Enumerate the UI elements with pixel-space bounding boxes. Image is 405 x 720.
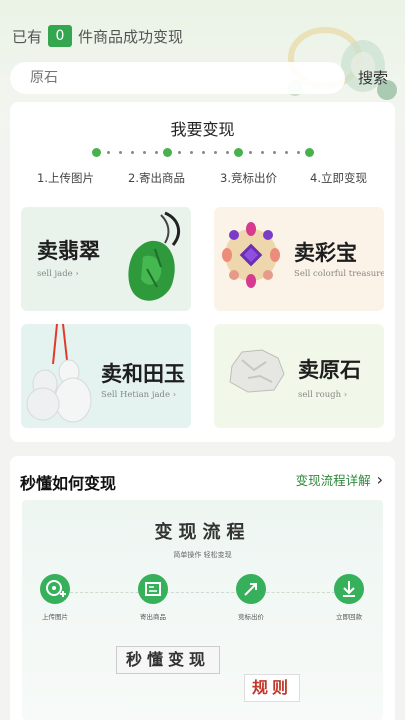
- instant-payout-icon: [334, 574, 364, 604]
- step-label-bid: 3.竞标出价: [220, 171, 277, 185]
- process-details-link[interactable]: 变现流程详解 ›: [296, 470, 383, 489]
- sell-rough-title: 卖原石: [298, 357, 361, 382]
- rules-heading-line2: 规则: [244, 674, 300, 702]
- flow-step-upload-label: 上传图片: [42, 613, 68, 621]
- chevron-right-icon: ›: [376, 470, 383, 489]
- flow-step-payout: 立即回款: [319, 574, 379, 621]
- ship-package-icon: [138, 574, 168, 604]
- flow-step-ship-label: 寄出商品: [140, 613, 166, 621]
- flow-subtitle: 简单操作 轻松变现: [173, 551, 232, 559]
- progress-dot: [261, 151, 264, 154]
- progress-dot-step3: [234, 148, 243, 157]
- colored-gem-brooch-icon: [222, 222, 280, 288]
- progress-dot: [119, 151, 122, 154]
- progress-dot-step2: [163, 148, 172, 157]
- sell-gems-title: 卖彩宝: [294, 240, 357, 265]
- sell-rough-stone-tile[interactable]: 卖原石 sell rough ›: [214, 324, 384, 428]
- progress-dot-step4: [305, 148, 314, 157]
- success-suffix: 件商品成功变现: [78, 27, 184, 46]
- success-count-banner: 已有 0 件商品成功变现: [12, 24, 183, 48]
- upload-image-icon: [40, 574, 70, 604]
- sell-jade-tile[interactable]: 卖翡翠 sell jade ›: [21, 207, 191, 311]
- jade-pendant-icon: [128, 211, 181, 301]
- progress-dot: [155, 151, 158, 154]
- hetian-gourd-icon: [26, 324, 92, 423]
- progress-dot: [249, 151, 252, 154]
- step-label-cashout: 4.立即变现: [310, 171, 367, 185]
- progress-dot: [178, 151, 181, 154]
- success-prefix: 已有: [12, 27, 43, 46]
- progress-dot: [143, 151, 146, 154]
- sell-hetian-subtitle: Sell Hetian jade ›: [101, 390, 177, 400]
- sell-gems-subtitle: Sell colorful treasures ›: [294, 269, 384, 279]
- progress-dot: [202, 151, 205, 154]
- howto-card: 秒懂如何变现 变现流程详解 › 变现流程 简单操作 轻松变现 上传图片 寄出商品…: [10, 456, 395, 720]
- search-button[interactable]: 搜索: [351, 62, 395, 94]
- flow-step-upload: 上传图片: [25, 574, 85, 621]
- search-input[interactable]: [10, 62, 345, 94]
- progress-dot: [214, 151, 217, 154]
- progress-dot: [226, 151, 229, 154]
- flow-step-bid-label: 竞标出价: [238, 613, 264, 621]
- step-labels: 1.上传图片 2.寄出商品 3.竞标出价 4.立即变现: [10, 170, 395, 188]
- rough-stone-icon: [229, 349, 285, 393]
- flow-title: 变现流程: [154, 522, 251, 543]
- progress-dot: [131, 151, 134, 154]
- step-label-ship: 2.寄出商品: [128, 171, 185, 185]
- howto-card-title: 秒懂如何变现: [20, 474, 117, 493]
- sell-hetian-jade-tile[interactable]: 卖和田玉 Sell Hetian jade ›: [21, 324, 191, 428]
- flow-step-bid: 竞标出价: [221, 574, 281, 621]
- sell-rough-subtitle: sell rough ›: [298, 390, 348, 400]
- step-label-upload: 1.上传图片: [37, 171, 94, 185]
- process-details-label: 变现流程详解: [295, 473, 371, 488]
- progress-dot: [273, 151, 276, 154]
- progress-dot: [297, 151, 300, 154]
- flow-step-payout-label: 立即回款: [336, 613, 362, 621]
- flow-connector-line: [60, 592, 350, 593]
- process-flow-banner[interactable]: 变现流程 简单操作 轻松变现 上传图片 寄出商品 竞标出价 立即回款 秒懂变现 …: [22, 500, 383, 720]
- sell-hetian-title: 卖和田玉: [101, 361, 185, 386]
- progress-dot: [190, 151, 193, 154]
- progress-dot: [285, 151, 288, 154]
- sell-card-title: 我要变现: [170, 120, 235, 139]
- sell-colored-gems-tile[interactable]: 卖彩宝 Sell colorful treasures ›: [214, 207, 384, 311]
- progress-dot-step1: [92, 148, 101, 157]
- bid-price-icon: [236, 574, 266, 604]
- rules-heading-line1: 秒懂变现: [116, 646, 220, 674]
- progress-dot: [107, 151, 110, 154]
- success-count-badge: 0: [48, 25, 73, 47]
- search-bar: 搜索: [10, 62, 395, 94]
- sell-card: 我要变现 1.上传图片 2.寄出商品 3.竞标出价 4.立即变现 卖翡翠 sel…: [10, 102, 395, 442]
- sell-jade-title: 卖翡翠: [37, 238, 100, 263]
- flow-step-ship: 寄出商品: [123, 574, 183, 621]
- step-progress-indicator: [92, 147, 314, 159]
- sell-jade-subtitle: sell jade ›: [37, 269, 79, 279]
